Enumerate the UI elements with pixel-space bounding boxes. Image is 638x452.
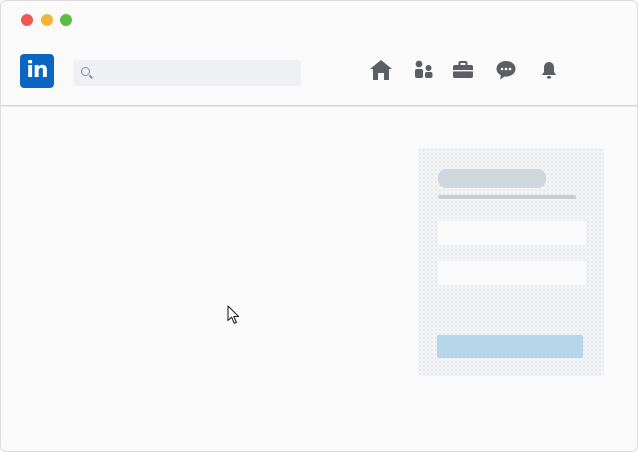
search-icon <box>81 67 90 76</box>
network-icon[interactable] <box>411 57 437 83</box>
card-title-placeholder <box>438 169 546 188</box>
jobs-briefcase-icon[interactable] <box>450 57 476 83</box>
mouse-cursor-icon <box>227 305 240 324</box>
submit-button[interactable] <box>437 335 583 358</box>
card-divider-placeholder <box>438 195 576 199</box>
search-box[interactable] <box>73 60 301 88</box>
login-field-1[interactable] <box>437 220 587 246</box>
home-icon[interactable] <box>368 57 394 83</box>
search-input[interactable] <box>95 60 299 88</box>
title-bar <box>1 1 637 41</box>
top-navigation-bar: in <box>1 41 637 106</box>
minimize-window-button[interactable] <box>41 14 53 26</box>
notifications-bell-icon[interactable] <box>536 57 562 83</box>
browser-window: in <box>0 0 638 452</box>
text-input-1[interactable] <box>438 221 586 245</box>
linkedin-logo[interactable]: in <box>20 54 54 88</box>
maximize-window-button[interactable] <box>60 14 72 26</box>
login-card <box>418 148 604 376</box>
close-window-button[interactable] <box>21 14 33 26</box>
text-input-2[interactable] <box>438 261 586 285</box>
messaging-icon[interactable] <box>493 57 519 83</box>
login-field-2[interactable] <box>437 260 587 286</box>
